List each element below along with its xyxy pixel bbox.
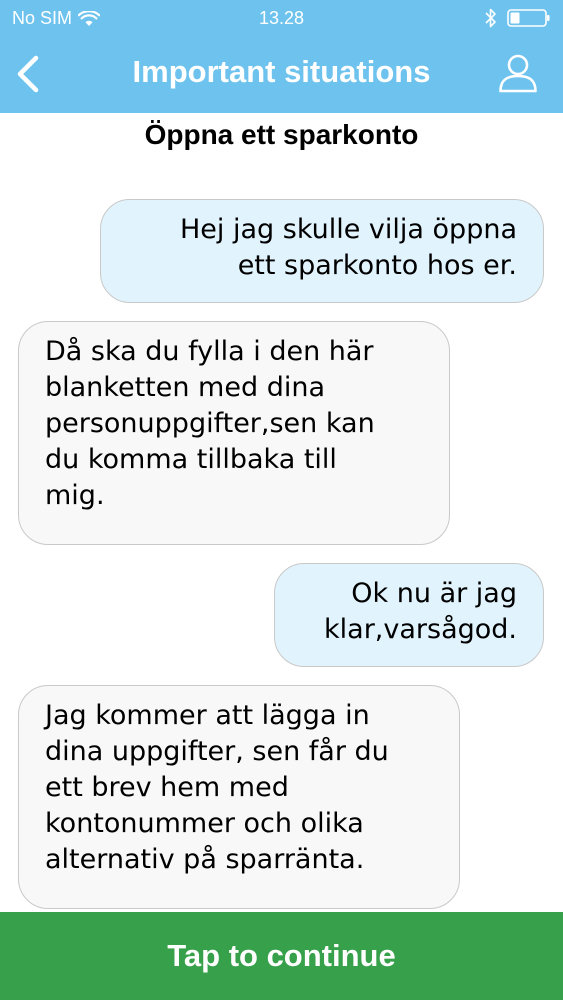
conversation-title: Öppna ett sparkonto [144,119,419,150]
profile-button[interactable] [497,52,539,94]
bluetooth-icon [485,8,496,28]
message-text: Jag kommer att lägga in dina uppgifter, … [45,700,389,875]
user-icon [499,54,537,93]
message-bubble-sent: Ok nu är jag klar,varsågod. [274,563,544,667]
continue-button[interactable]: Tap to continue [0,912,563,1000]
screen: No SIM 13.28 Important situations Öppna … [0,0,563,1000]
message-text: Då ska du fylla i den här blanketten med… [45,336,375,511]
message-text: Hej jag skulle vilja öppna ett sparkonto… [179,214,517,281]
battery-icon [507,9,550,27]
message-text: Ok nu är jag klar,varsågod. [324,578,517,645]
conversation[interactable]: Öppna ett sparkonto Hej jag skulle vilja… [0,113,563,912]
status-time: 13.28 [258,8,305,28]
status-bar: No SIM 13.28 [0,0,563,38]
status-icons [485,8,551,28]
message-bubble-sent: Hej jag skulle vilja öppna ett sparkonto… [100,199,544,303]
page-title: Important situations [132,54,431,89]
message-bubble-received: Då ska du fylla i den här blanketten med… [18,321,450,545]
header: No SIM 13.28 Important situations [0,0,563,113]
nav-bar: Important situations [0,38,563,113]
message-bubble-received: Jag kommer att lägga in dina uppgifter, … [18,685,460,909]
